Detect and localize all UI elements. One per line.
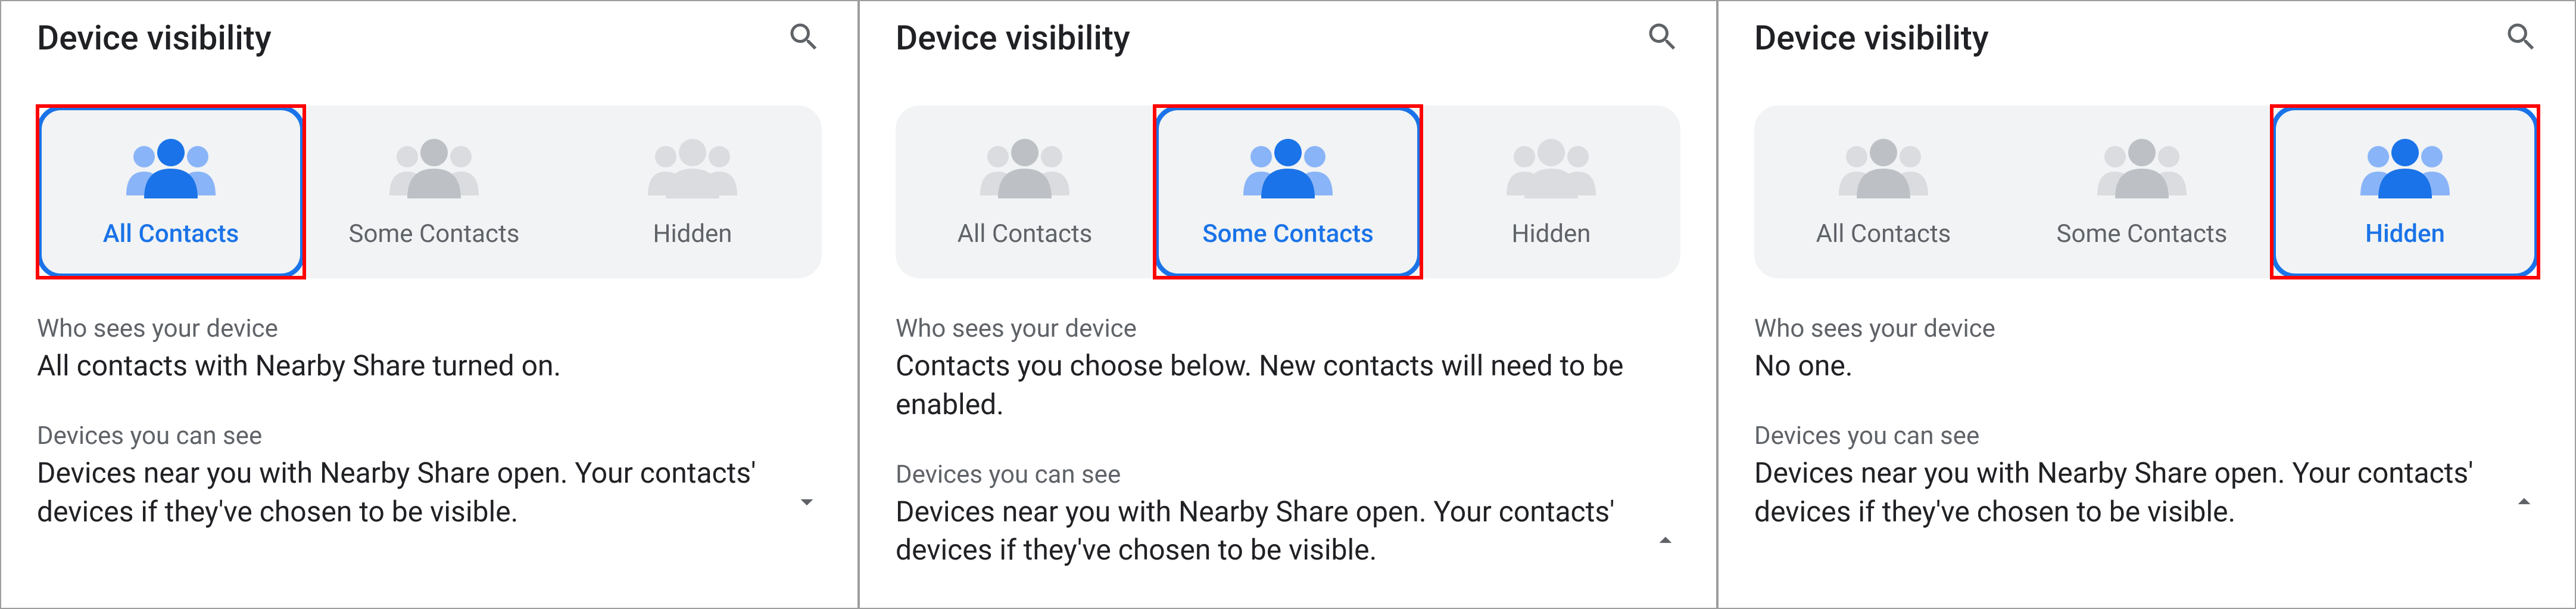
devices-label: Devices you can see [896, 460, 1633, 489]
devices-you-can-see: Devices you can see Devices near you wit… [896, 460, 1680, 570]
option-label: Hidden [1511, 219, 1590, 248]
search-icon[interactable] [786, 19, 822, 57]
header: Device visibility [37, 18, 822, 58]
option-some-contacts[interactable]: Some Contacts [305, 105, 563, 278]
who-sees-label: Who sees your device [37, 314, 822, 343]
option-hidden[interactable]: Hidden [2271, 105, 2539, 278]
panel-some-contacts: Device visibility All Contacts Some Cont… [859, 0, 1717, 609]
who-sees-label: Who sees your device [1754, 314, 2539, 343]
page-title: Device visibility [37, 18, 272, 58]
option-some-contacts[interactable]: Some Contacts [2013, 105, 2271, 278]
group-icon [642, 136, 743, 201]
group-icon [383, 136, 485, 201]
panel-all-contacts: Device visibility All Contacts Some Cont… [0, 0, 859, 609]
devices-text: Devices near you with Nearby Share open.… [1754, 454, 2491, 532]
option-all-contacts[interactable]: All Contacts [1754, 105, 2013, 278]
group-icon [1833, 136, 1934, 201]
devices-label: Devices you can see [37, 421, 774, 450]
group-icon [1237, 136, 1339, 201]
option-all-contacts[interactable]: All Contacts [37, 105, 305, 278]
group-icon [120, 136, 222, 201]
option-label: All Contacts [958, 219, 1093, 248]
devices-you-can-see: Devices you can see Devices near you wit… [37, 421, 822, 532]
search-icon[interactable] [2503, 19, 2539, 57]
chevron-up-icon[interactable] [2509, 487, 2539, 531]
page-title: Device visibility [1754, 18, 1989, 58]
option-label: Some Contacts [1202, 219, 1374, 248]
group-icon [2091, 136, 2193, 201]
option-hidden[interactable]: Hidden [563, 105, 822, 278]
devices-text: Devices near you with Nearby Share open.… [896, 493, 1633, 570]
option-all-contacts[interactable]: All Contacts [896, 105, 1154, 278]
option-label: Hidden [2365, 219, 2445, 248]
group-icon [2354, 136, 2456, 201]
visibility-options: All Contacts Some Contacts Hidden [1754, 105, 2539, 278]
header: Device visibility [896, 18, 1680, 58]
search-icon[interactable] [1645, 19, 1680, 57]
option-hidden[interactable]: Hidden [1422, 105, 1680, 278]
chevron-down-icon[interactable] [792, 487, 822, 531]
devices-label: Devices you can see [1754, 421, 2491, 450]
visibility-options: All Contacts Some Contacts Hidden [896, 105, 1680, 278]
devices-you-can-see: Devices you can see Devices near you wit… [1754, 421, 2539, 532]
who-sees-text: All contacts with Nearby Share turned on… [37, 347, 822, 386]
page-title: Device visibility [896, 18, 1130, 58]
option-label: All Contacts [1816, 219, 1951, 248]
option-label: All Contacts [103, 219, 239, 248]
chevron-up-icon[interactable] [1651, 526, 1680, 570]
group-icon [974, 136, 1075, 201]
option-some-contacts[interactable]: Some Contacts [1154, 105, 1422, 278]
group-icon [1501, 136, 1602, 201]
who-sees-text: Contacts you choose below. New contacts … [896, 347, 1680, 424]
option-label: Some Contacts [2057, 219, 2228, 248]
who-sees-label: Who sees your device [896, 314, 1680, 343]
header: Device visibility [1754, 18, 2539, 58]
option-label: Some Contacts [349, 219, 520, 248]
panel-hidden: Device visibility All Contacts Some Cont… [1717, 0, 2576, 609]
option-label: Hidden [653, 219, 732, 248]
visibility-options: All Contacts Some Contacts Hidden [37, 105, 822, 278]
who-sees-text: No one. [1754, 347, 2539, 386]
devices-text: Devices near you with Nearby Share open.… [37, 454, 774, 532]
